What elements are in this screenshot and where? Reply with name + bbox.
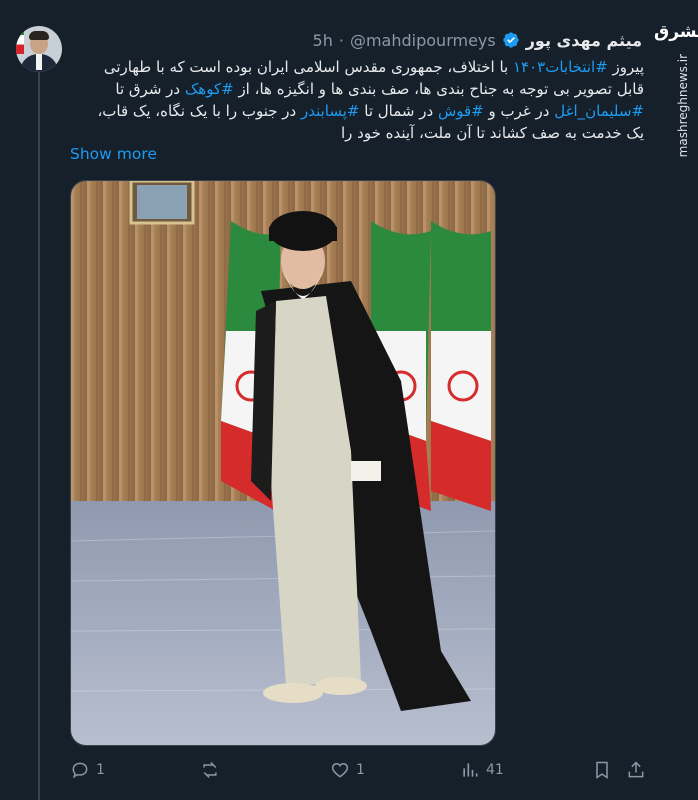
author-handle[interactable]: @mahdipourmeys	[350, 31, 496, 50]
like-button[interactable]: 1	[330, 760, 365, 780]
share-button[interactable]	[626, 760, 646, 780]
like-icon	[331, 762, 349, 778]
repost-icon	[203, 761, 217, 779]
reply-icon	[72, 762, 88, 779]
views-count: 41	[486, 762, 504, 778]
watermark-logo: مشرق	[654, 22, 698, 42]
hashtag-link[interactable]: #سلیمان_اغل	[554, 102, 644, 120]
show-more-link[interactable]: Show more	[70, 145, 157, 163]
avatar[interactable]	[16, 26, 62, 72]
tweet-text: پیروز #انتخابات۱۴۰۳ با اختلاف، جمهوری مق…	[70, 56, 644, 144]
tweet-text-span: در شرق تا	[115, 80, 185, 98]
views-button[interactable]: 41	[460, 760, 504, 780]
hashtag-link[interactable]: #کوهک	[185, 80, 234, 98]
bookmark-button[interactable]	[592, 760, 612, 780]
reply-count: 1	[96, 762, 105, 778]
reply-button[interactable]: 1	[70, 760, 105, 780]
verified-badge-icon	[503, 32, 519, 48]
tweet-media-image[interactable]	[70, 180, 496, 746]
like-count: 1	[356, 762, 365, 778]
hashtag-link[interactable]: #انتخابات۱۴۰۳	[513, 58, 608, 76]
tweet-text-span: در غرب و	[483, 102, 555, 120]
tweet-text-line: قابل تصویر بی توجه به جناح بندی ها، صف ب…	[70, 78, 644, 100]
share-icon	[628, 761, 644, 778]
tweet-text-span: پیروز	[607, 58, 644, 76]
thread-line	[38, 72, 40, 800]
tweet-text-line: #سلیمان_اغل در غرب و #قوش در شمال تا #پس…	[70, 100, 644, 122]
tweet-text-span: در جنوب را با یک نگاه، یک قاب،	[97, 102, 301, 120]
hashtag-link[interactable]: #قوش	[438, 102, 484, 120]
tweet-actions: 1 1 41	[70, 760, 644, 784]
bookmark-icon	[596, 761, 608, 779]
hashtag-link[interactable]: #پسابندر	[301, 102, 360, 120]
watermark: مشرق mashreghnews.ir	[654, 10, 698, 157]
tweet-text-line: یک خدمت به صف کشاند تا آن ملت، آینده خود…	[70, 122, 644, 144]
tweet-header: میثم مهدی پور @mahdipourmeys · 5h	[70, 29, 642, 51]
tweet-text-span: در شمال تا	[359, 102, 438, 120]
tweet-text-span: یک خدمت به صف کشاند تا آن ملت، آینده خود…	[340, 124, 644, 142]
timestamp[interactable]: 5h	[313, 31, 333, 50]
tweet-text-line: پیروز #انتخابات۱۴۰۳ با اختلاف، جمهوری مق…	[70, 56, 644, 78]
tweet-text-span: قابل تصویر بی توجه به جناح بندی ها، صف ب…	[233, 80, 644, 98]
watermark-site: mashreghnews.ir	[676, 54, 690, 158]
photo-leader-walking	[71, 181, 495, 745]
separator-dot: ·	[338, 30, 344, 50]
author-name[interactable]: میثم مهدی پور	[526, 31, 642, 50]
repost-button[interactable]	[200, 760, 226, 780]
tweet-text-span: با اختلاف، جمهوری مقدس اسلامی ایران بوده…	[103, 58, 513, 76]
views-icon	[463, 763, 478, 777]
